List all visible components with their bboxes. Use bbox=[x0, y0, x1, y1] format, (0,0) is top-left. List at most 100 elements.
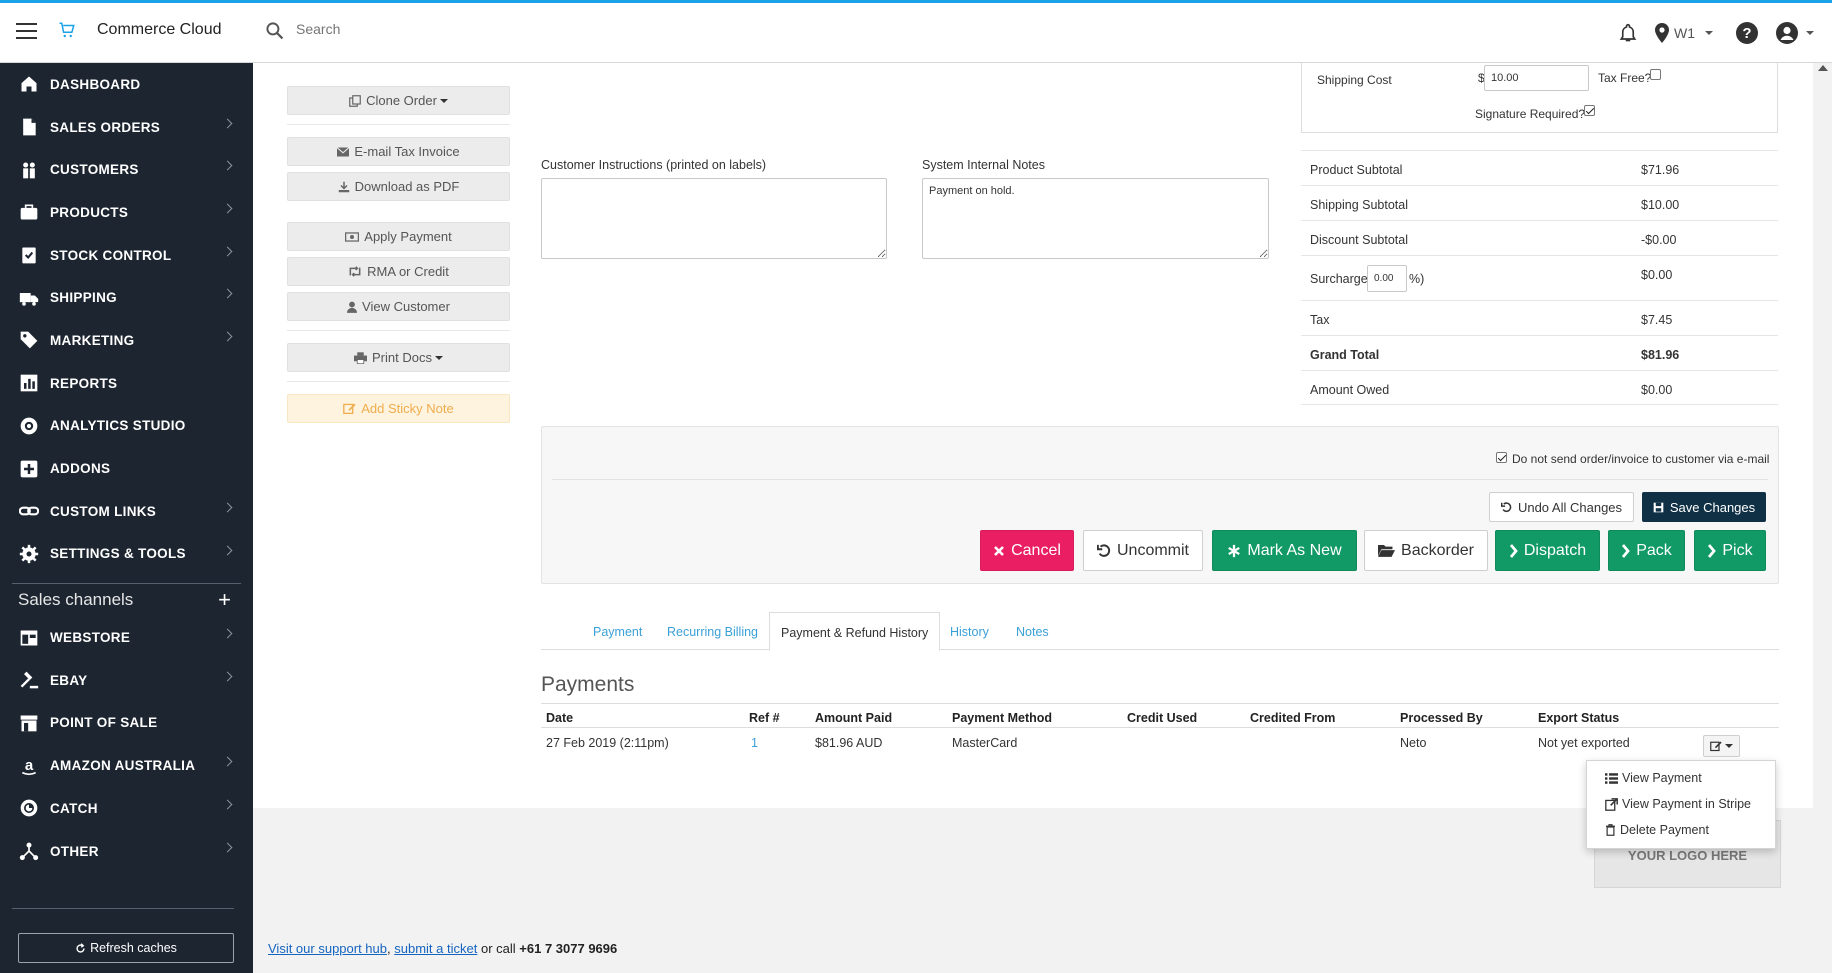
sidebar-item-stock-control[interactable]: STOCK CONTROL bbox=[0, 234, 253, 277]
brand-name[interactable]: Commerce Cloud bbox=[97, 21, 221, 39]
search-input[interactable] bbox=[296, 21, 536, 37]
undo-all-changes-button[interactable]: Undo All Changes bbox=[1489, 492, 1634, 522]
sidebar-item-customers[interactable]: CUSTOMERS bbox=[0, 148, 253, 191]
pick-button[interactable]: Pick bbox=[1694, 530, 1766, 571]
location-selector[interactable]: W1 bbox=[1655, 23, 1713, 43]
mark-as-new-button[interactable]: Mark As New bbox=[1212, 530, 1357, 571]
action-separator bbox=[287, 124, 510, 125]
help-icon[interactable]: ? bbox=[1736, 22, 1758, 44]
action-separator bbox=[287, 330, 510, 331]
hamburger-menu-icon[interactable] bbox=[16, 23, 37, 39]
view-payment-menu-item[interactable]: View Payment bbox=[1605, 771, 1702, 785]
mark-as-new-label: Mark As New bbox=[1247, 541, 1342, 559]
cancel-order-button[interactable]: Cancel bbox=[980, 530, 1074, 571]
sidebar-item-analytics-studio[interactable]: ANALYTICS STUDIO bbox=[0, 405, 253, 448]
apply-payment-button[interactable]: Apply Payment bbox=[287, 222, 510, 251]
table-row: 27 Feb 2019 (2:11pm) 1 $81.96 AUD Master… bbox=[541, 728, 1779, 758]
sidebar-item-label: MARKETING bbox=[50, 332, 135, 348]
sidebar-item-dashboard[interactable]: DASHBOARD bbox=[0, 63, 253, 106]
sidebar-item-sales-orders[interactable]: SALES ORDERS bbox=[0, 106, 253, 149]
page-footer: Visit our support hub, submit a ticket o… bbox=[268, 941, 617, 956]
printer-icon bbox=[354, 351, 368, 364]
row-actions-menu: View Payment View Payment in Stripe Dele… bbox=[1586, 760, 1776, 849]
backorder-button[interactable]: Backorder bbox=[1364, 530, 1488, 571]
sidebar-item-reports[interactable]: REPORTS bbox=[0, 362, 253, 405]
cart-logo-icon bbox=[58, 21, 76, 42]
tax-free-label: Tax Free? bbox=[1598, 71, 1652, 85]
row-actions-dropdown[interactable] bbox=[1703, 735, 1740, 757]
sidebar-item-addons[interactable]: ADDONS bbox=[0, 447, 253, 490]
home-icon bbox=[18, 73, 40, 95]
chevron-down-icon bbox=[434, 355, 443, 360]
support-hub-link[interactable]: Visit our support hub bbox=[268, 941, 387, 956]
signature-required-checkbox[interactable] bbox=[1584, 105, 1595, 116]
tab-payment[interactable]: Payment bbox=[593, 625, 642, 639]
refresh-caches-button[interactable]: Refresh caches bbox=[18, 933, 234, 963]
print-docs-button[interactable]: Print Docs bbox=[287, 343, 510, 372]
column-header-amount-paid: Amount Paid bbox=[815, 711, 893, 725]
refresh-icon bbox=[76, 942, 85, 953]
page-scrollbar[interactable] bbox=[1813, 63, 1832, 973]
save-changes-button[interactable]: Save Changes bbox=[1642, 492, 1766, 522]
delete-payment-menu-item[interactable]: Delete Payment bbox=[1605, 823, 1709, 837]
surcharge-row: Surcharge ( %) $0.00 bbox=[1301, 255, 1778, 300]
sales-channels-title: Sales channels bbox=[18, 590, 134, 610]
tab-recurring-billing[interactable]: Recurring Billing bbox=[667, 625, 758, 639]
edit-icon bbox=[1710, 741, 1722, 752]
sidebar-item-catch[interactable]: CATCH bbox=[0, 787, 253, 830]
network-icon bbox=[18, 840, 40, 862]
view-customer-button[interactable]: View Customer bbox=[287, 292, 510, 321]
payment-ref-link[interactable]: 1 bbox=[751, 736, 758, 750]
footer-separator: , bbox=[387, 941, 391, 956]
no-email-checkbox[interactable] bbox=[1496, 452, 1507, 463]
surcharge-percent-input[interactable] bbox=[1367, 265, 1407, 292]
download-pdf-button[interactable]: Download as PDF bbox=[287, 172, 510, 201]
sidebar-item-shipping[interactable]: SHIPPING bbox=[0, 276, 253, 319]
sidebar-item-point-of-sale[interactable]: POINT OF SALE bbox=[0, 702, 253, 745]
email-tax-invoice-button[interactable]: E-mail Tax Invoice bbox=[287, 137, 510, 166]
rma-credit-button[interactable]: RMA or Credit bbox=[287, 257, 510, 286]
shipping-cost-input[interactable] bbox=[1484, 65, 1589, 91]
column-header-processed-by: Processed By bbox=[1400, 711, 1483, 725]
tab-payment-refund-history[interactable]: Payment & Refund History bbox=[769, 612, 941, 651]
sidebar-item-custom-links[interactable]: CUSTOM LINKS bbox=[0, 490, 253, 533]
dispatch-button[interactable]: Dispatch bbox=[1495, 530, 1600, 571]
sidebar-item-label: CUSTOM LINKS bbox=[50, 503, 157, 519]
sidebar-item-other[interactable]: OTHER bbox=[0, 830, 253, 873]
money-icon bbox=[345, 231, 360, 242]
tab-notes[interactable]: Notes bbox=[1016, 625, 1049, 639]
column-header-credit-used: Credit Used bbox=[1127, 711, 1198, 725]
sidebar-item-products[interactable]: PRODUCTS bbox=[0, 191, 253, 234]
clone-order-button[interactable]: Clone Order bbox=[287, 86, 510, 115]
save-changes-label: Save Changes bbox=[1669, 499, 1756, 515]
sidebar-item-marketing[interactable]: MARKETING bbox=[0, 319, 253, 362]
uncommit-button[interactable]: Uncommit bbox=[1083, 530, 1203, 571]
sidebar-item-ebay[interactable]: EBAY bbox=[0, 659, 253, 702]
scroll-up-icon[interactable] bbox=[1818, 65, 1828, 71]
payments-heading: Payments bbox=[541, 673, 635, 696]
pack-button[interactable]: Pack bbox=[1608, 530, 1685, 571]
discount-subtotal-row: Discount Subtotal -$0.00 bbox=[1301, 220, 1778, 255]
search-icon[interactable] bbox=[265, 21, 284, 43]
chevron-right-icon bbox=[1708, 543, 1717, 558]
view-payment-stripe-menu-item[interactable]: View Payment in Stripe bbox=[1605, 797, 1751, 811]
sidebar: DASHBOARD SALES ORDERS CUSTOMERS PRODUCTS ST… bbox=[0, 63, 253, 973]
sidebar-item-amazon-australia[interactable]: a AMAZON AUSTRALIA bbox=[0, 744, 253, 787]
add-channel-icon[interactable]: + bbox=[218, 587, 231, 613]
sidebar-item-settings-tools[interactable]: SETTINGS & TOOLS bbox=[0, 533, 253, 576]
close-icon bbox=[994, 545, 1005, 556]
bell-icon[interactable] bbox=[1619, 23, 1637, 43]
user-account-menu[interactable] bbox=[1776, 22, 1814, 44]
customer-instructions-textarea[interactable] bbox=[541, 178, 887, 259]
add-sticky-note-button[interactable]: Add Sticky Note bbox=[287, 394, 510, 423]
people-icon bbox=[18, 159, 40, 181]
chevron-right-icon bbox=[222, 288, 233, 299]
sidebar-item-webstore[interactable]: WEBSTORE bbox=[0, 616, 253, 659]
tax-free-checkbox[interactable] bbox=[1650, 69, 1661, 80]
tab-history[interactable]: History bbox=[950, 625, 989, 639]
system-internal-notes-textarea[interactable]: Payment on hold. bbox=[922, 178, 1269, 259]
submit-ticket-link[interactable]: submit a ticket bbox=[394, 941, 477, 956]
store-icon bbox=[18, 712, 40, 734]
chevron-right-icon bbox=[1509, 543, 1518, 558]
column-header-credited-from: Credited From bbox=[1250, 711, 1336, 725]
